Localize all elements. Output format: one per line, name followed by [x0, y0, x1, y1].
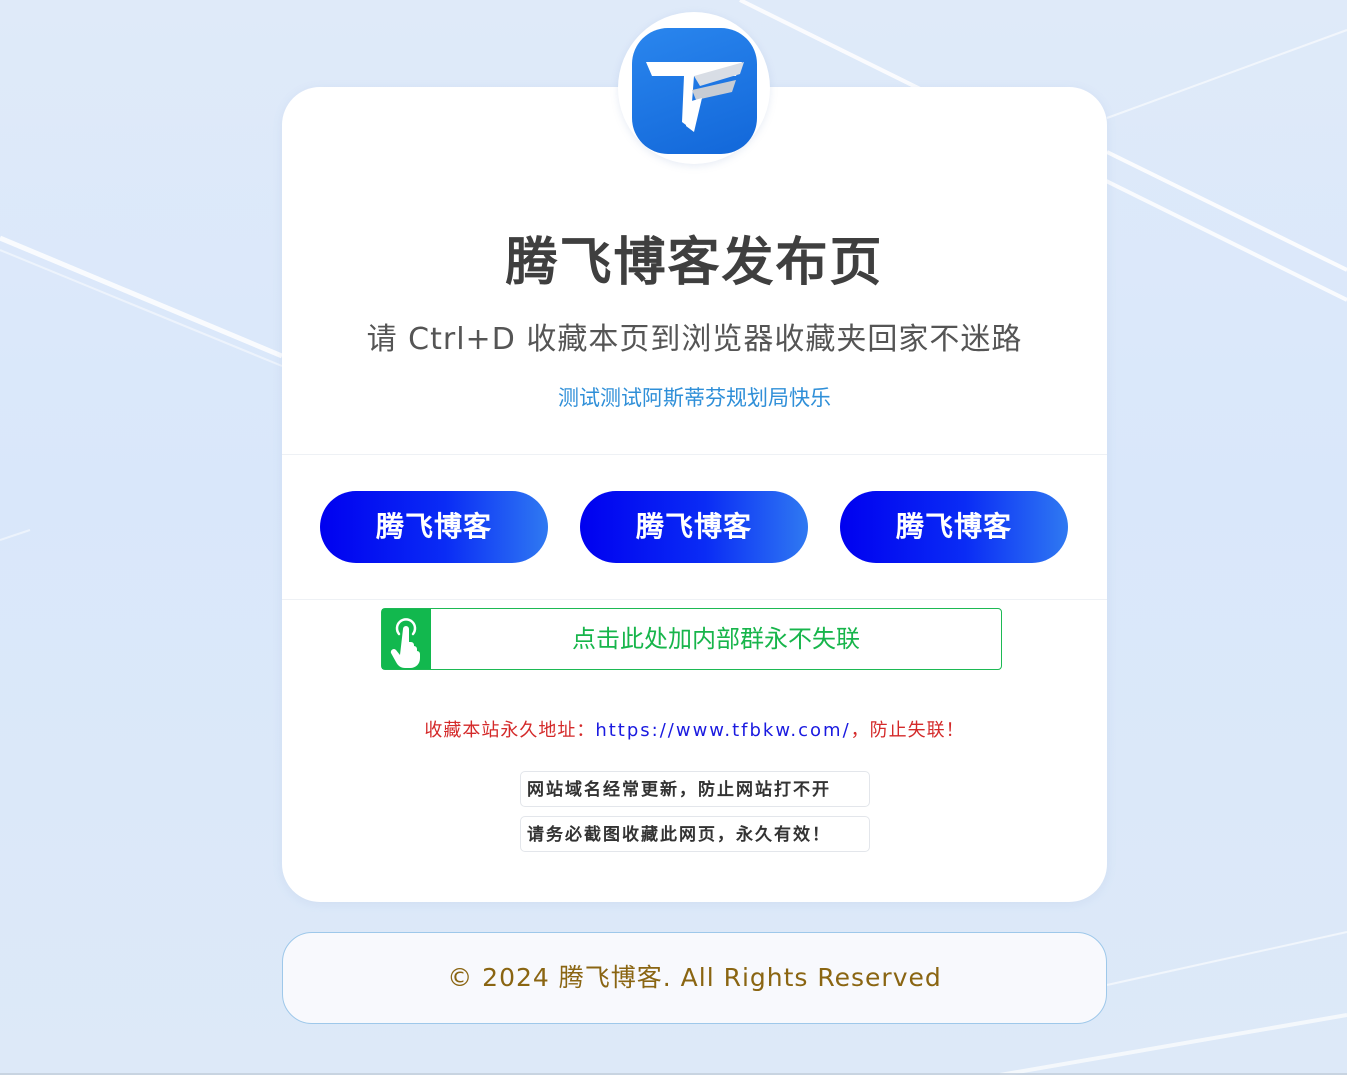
footer-copyright: © 2024 腾飞博客. All Rights Reserved — [282, 932, 1107, 1024]
notice-screenshot: 请务必截图收藏此网页，永久有效！ — [520, 816, 870, 852]
blog-link-button-2[interactable]: 腾飞博客 — [580, 491, 808, 563]
bookmark-hint: 请 Ctrl+D 收藏本页到浏览器收藏夹回家不迷路 — [366, 322, 1023, 357]
blog-link-button-3[interactable]: 腾飞博客 — [840, 491, 1068, 563]
tap-hand-icon — [382, 609, 431, 669]
divider-top — [282, 454, 1107, 455]
blog-link-button-1[interactable]: 腾飞博客 — [320, 491, 548, 563]
permanent-url-link[interactable]: https://www.tfbkw.com/ — [595, 720, 850, 741]
tf-logo-icon — [632, 28, 757, 154]
notice-domain-update: 网站域名经常更新，防止网站打不开 — [520, 771, 870, 807]
join-group-label: 点击此处加内部群永不失联 — [572, 625, 860, 653]
join-group-button[interactable]: 点击此处加内部群永不失联 — [381, 608, 1002, 670]
permanent-address: 收藏本站永久地址：https://www.tfbkw.com/，防止失联！ — [282, 716, 1107, 742]
tagline: 测试测试阿斯蒂芬规划局快乐 — [558, 386, 831, 410]
address-prefix: 收藏本站永久地址： — [424, 720, 596, 741]
page-title: 腾飞博客发布页 — [505, 233, 884, 293]
address-suffix: ，防止失联！ — [850, 720, 965, 741]
divider-bottom — [282, 599, 1107, 600]
